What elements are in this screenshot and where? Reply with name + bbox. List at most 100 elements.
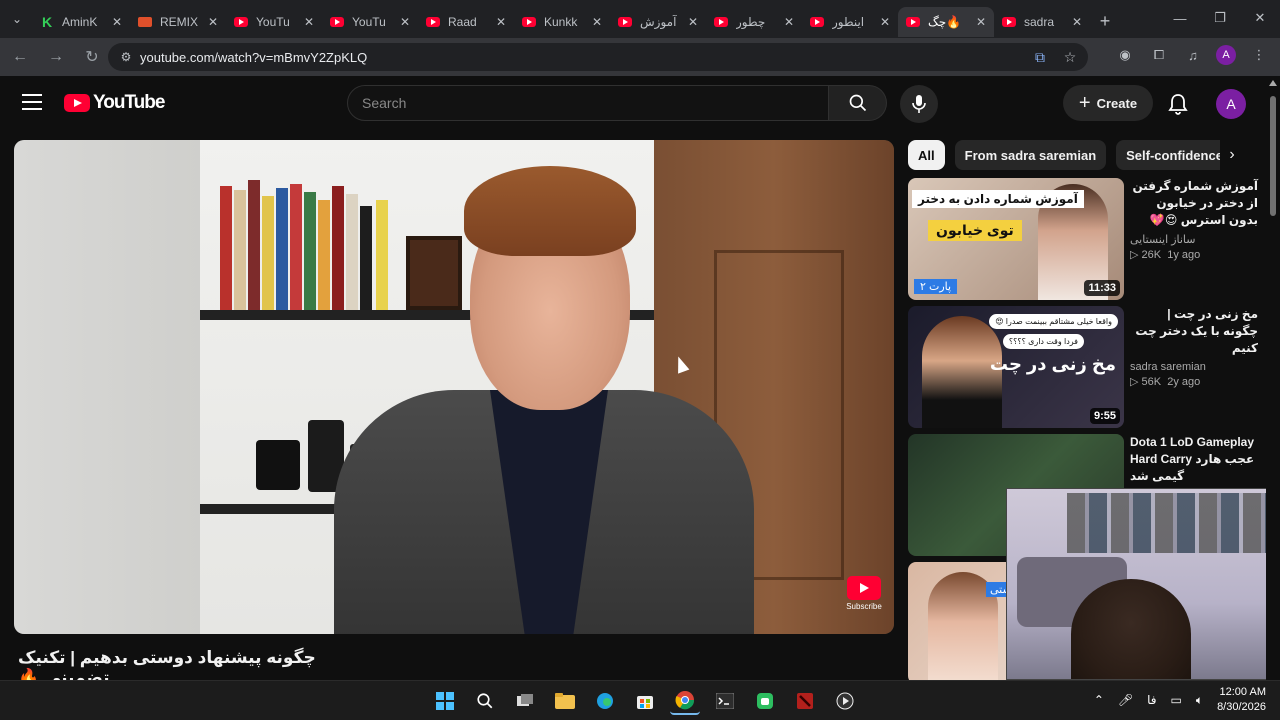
- subscribe-youtube-icon: [847, 576, 881, 600]
- file-explorer-icon[interactable]: [550, 687, 580, 715]
- close-window-icon[interactable]: ✕: [1240, 0, 1280, 36]
- system-tray: ⌃ 🎤︎ فا ▭ 🔈︎ 12:00 AM 8/30/2026: [1094, 685, 1266, 715]
- clock-date: 8/30/2026: [1217, 701, 1266, 713]
- omnibox[interactable]: ⚙ youtube.com/watch?v=mBmvY2ZpKLQ ⧉ ☆: [108, 43, 1088, 71]
- browser-tab[interactable]: آموزش ✕: [610, 7, 706, 37]
- recommendation-item[interactable]: آموزش شماره دادن به دختر توی خیابون پارت…: [908, 178, 1258, 300]
- bookmark-star-icon[interactable]: ☆: [1060, 47, 1080, 67]
- recommendation-title[interactable]: Dota 1 LoD Gameplay Hard Carry عجب هارد …: [1130, 434, 1258, 485]
- chrome-taskbar-icon[interactable]: [670, 687, 700, 715]
- tab-close-icon[interactable]: ✕: [976, 15, 986, 29]
- windows-start-icon[interactable]: [430, 687, 460, 715]
- channel-name[interactable]: ساناز اینستایی: [1130, 233, 1258, 246]
- tab-close-icon[interactable]: ✕: [304, 15, 314, 29]
- edge-browser-icon[interactable]: [590, 687, 620, 715]
- extensions-puzzle-icon[interactable]: ⧠: [1148, 44, 1170, 66]
- task-view-icon[interactable]: [510, 687, 540, 715]
- recommendation-thumbnail[interactable]: واقعا خیلی مشتاقم ببینمت صدرا 😍 فردا وقت…: [908, 306, 1124, 428]
- android-app-icon[interactable]: [750, 687, 780, 715]
- browser-tab[interactable]: sadra ✕: [994, 7, 1090, 37]
- browser-tab[interactable]: Kunkk ✕: [514, 7, 610, 37]
- tab-close-icon[interactable]: ✕: [112, 15, 122, 29]
- extension-circle-icon[interactable]: ◉: [1114, 44, 1136, 66]
- search-button[interactable]: [829, 85, 887, 121]
- terminal-icon[interactable]: [710, 687, 740, 715]
- tab-close-icon[interactable]: ✕: [880, 15, 890, 29]
- browser-tab[interactable]: YouTu ✕: [322, 7, 418, 37]
- search-input[interactable]: [347, 85, 829, 121]
- input-language[interactable]: فا: [1147, 693, 1156, 707]
- new-tab-button[interactable]: +: [1090, 11, 1120, 32]
- minimize-icon[interactable]: —: [1160, 0, 1200, 36]
- tray-mic-icon[interactable]: 🎤︎: [1118, 693, 1133, 707]
- tab-search-icon[interactable]: ⌄: [0, 0, 34, 38]
- browser-tab[interactable]: YouTu ✕: [226, 7, 322, 37]
- tab-close-icon[interactable]: ✕: [688, 15, 698, 29]
- taskbar-search-icon[interactable]: [470, 687, 500, 715]
- video-stats: ▷ 56K 2y ago: [1130, 376, 1201, 388]
- volume-icon[interactable]: 🔈︎: [1196, 693, 1203, 708]
- tab-close-icon[interactable]: ✕: [784, 15, 794, 29]
- microsoft-store-icon[interactable]: [630, 687, 660, 715]
- create-label: Create: [1096, 95, 1138, 111]
- system-clock[interactable]: 12:00 AM 8/30/2026: [1217, 685, 1266, 715]
- forward-icon[interactable]: →: [40, 41, 72, 73]
- back-icon[interactable]: ←: [4, 41, 36, 73]
- video-title: چگونه پیشنهاد دوستی بدهیم | تکنیک تضمینی…: [18, 648, 316, 680]
- browser-tab[interactable]: Raad ✕: [418, 7, 514, 37]
- recommendation-title[interactable]: مخ زنی در چت | چگونه با یک دختر چت کنیم: [1130, 306, 1258, 357]
- youtube-icon: [234, 17, 248, 27]
- recommendation-title[interactable]: آموزش شماره گرفتن از دختر در خیابون بدون…: [1130, 178, 1258, 229]
- tab-close-icon[interactable]: ✕: [1072, 15, 1082, 29]
- channel-name[interactable]: sadra saremian: [1130, 361, 1258, 373]
- create-button[interactable]: + Create: [1063, 85, 1153, 121]
- tab-close-icon[interactable]: ✕: [400, 15, 410, 29]
- view-count: 26K: [1141, 249, 1162, 261]
- thumbnail-headline: مخ زنی در چت: [989, 354, 1116, 374]
- chip-from-channel[interactable]: From sadra saremian: [954, 140, 1107, 170]
- youtube-icon: [522, 17, 536, 27]
- reload-icon[interactable]: ↻: [76, 41, 108, 73]
- notifications-bell-icon[interactable]: [1166, 92, 1190, 116]
- browser-tab[interactable]: REMIX ✕: [130, 7, 226, 37]
- chip-self-confidence[interactable]: Self-confidence: [1116, 140, 1233, 170]
- windows-taskbar: ⌃ 🎤︎ فا ▭ 🔈︎ 12:00 AM 8/30/2026: [0, 680, 1280, 720]
- tab-close-icon[interactable]: ✕: [208, 15, 218, 29]
- media-player-icon[interactable]: [830, 687, 860, 715]
- chip-all[interactable]: All: [908, 140, 945, 170]
- site-info-icon[interactable]: ⚙: [112, 50, 140, 64]
- chevron-right-icon[interactable]: ›: [1220, 140, 1244, 170]
- tab-title: sadra: [1024, 15, 1055, 29]
- menu-hamburger-icon[interactable]: [22, 94, 42, 110]
- tab-title: چطور: [736, 15, 766, 29]
- youtube-logo[interactable]: YouTube: [64, 92, 165, 114]
- youtube-icon: [426, 17, 440, 27]
- profile-avatar[interactable]: A: [1216, 45, 1236, 65]
- network-icon[interactable]: ▭: [1171, 693, 1182, 707]
- tab-close-icon[interactable]: ✕: [592, 15, 602, 29]
- scrollbar-thumb[interactable]: [1270, 96, 1276, 216]
- page-scrollbar[interactable]: [1266, 76, 1280, 680]
- thumbnail-chat-bubble: فردا وقت داری ؟؟؟؟: [1002, 334, 1084, 349]
- browser-tab[interactable]: چگ🔥 ✕: [898, 7, 994, 37]
- video-player[interactable]: Subscribe: [14, 140, 894, 634]
- recommendation-item[interactable]: واقعا خیلی مشتاقم ببینمت صدرا 😍 فردا وقت…: [908, 306, 1258, 428]
- recommendation-meta: مخ زنی در چت | چگونه با یک دختر چت کنیم …: [1130, 306, 1258, 388]
- recommendation-thumbnail[interactable]: آموزش شماره دادن به دختر توی خیابون پارت…: [908, 178, 1124, 300]
- youtube-account-avatar[interactable]: A: [1216, 89, 1246, 119]
- install-app-icon[interactable]: ⧉: [1030, 47, 1050, 67]
- voice-search-button[interactable]: [900, 85, 938, 123]
- tray-chevron-up-icon[interactable]: ⌃: [1094, 693, 1104, 707]
- scroll-up-icon[interactable]: [1269, 80, 1277, 86]
- dota-game-icon[interactable]: [790, 687, 820, 715]
- url-text[interactable]: youtube.com/watch?v=mBmvY2ZpKLQ: [140, 50, 367, 65]
- tab-close-icon[interactable]: ✕: [496, 15, 506, 29]
- browser-tab[interactable]: اینطور ✕: [802, 7, 898, 37]
- media-control-icon[interactable]: ♫: [1182, 44, 1204, 66]
- browser-tab[interactable]: چطور ✕: [706, 7, 802, 37]
- maximize-icon[interactable]: ❐: [1200, 0, 1240, 36]
- subscribe-watermark[interactable]: Subscribe: [846, 576, 882, 614]
- browser-tab[interactable]: K AminK ✕: [34, 7, 130, 37]
- chrome-menu-icon[interactable]: ⋮: [1248, 44, 1270, 66]
- address-bar-row: ← → ↻ ⚙ youtube.com/watch?v=mBmvY2ZpKLQ …: [0, 38, 1280, 76]
